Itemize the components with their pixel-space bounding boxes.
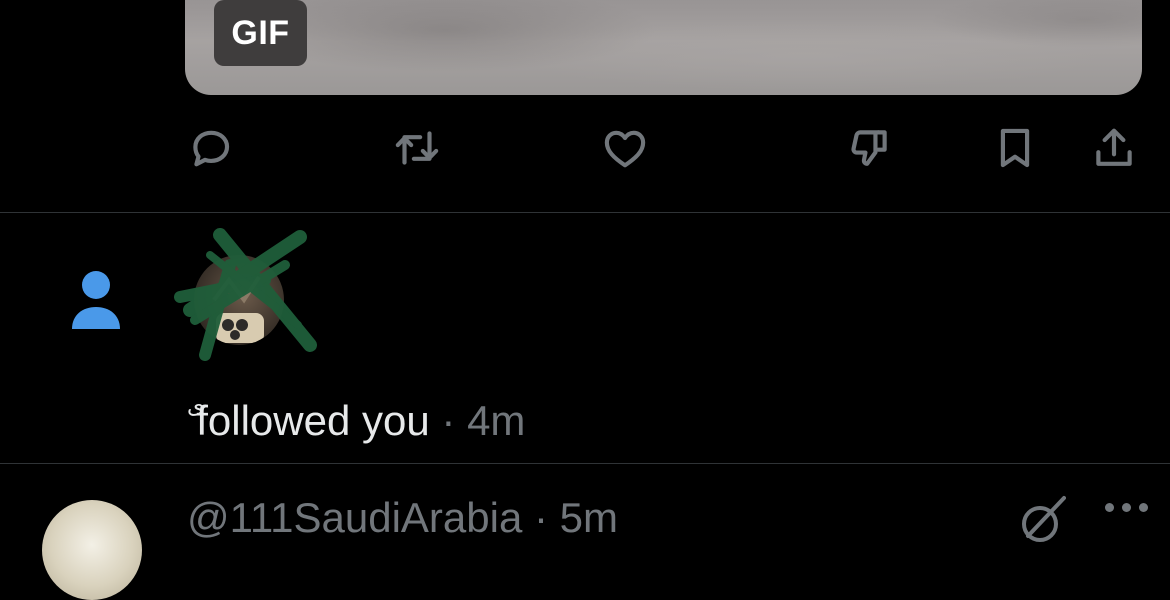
reply-icon [193, 130, 230, 167]
reply-button[interactable] [185, 122, 237, 174]
like-button[interactable] [599, 122, 651, 174]
grok-icon[interactable] [1018, 494, 1066, 542]
repost-icon [395, 131, 439, 165]
heart-icon [604, 130, 646, 168]
redaction-scribble [174, 228, 317, 361]
next-item-time: 5m [559, 494, 619, 541]
thumbs-down-icon [851, 130, 887, 166]
divider [0, 212, 1170, 213]
share-button[interactable] [1088, 122, 1140, 174]
follow-notification-text: ىfollowed you · 4m [187, 380, 525, 447]
repost-button[interactable] [391, 122, 443, 174]
gif-media[interactable]: GIF [185, 0, 1142, 95]
more-options-icon[interactable] [1105, 503, 1151, 517]
person-icon [70, 270, 122, 330]
bookmark-button[interactable] [989, 122, 1041, 174]
next-item-header: @111SaudiArabia · 5m [187, 492, 618, 544]
gif-badge: GIF [214, 0, 307, 66]
separator-dot: · [441, 397, 456, 444]
notification-time: 4m [467, 397, 526, 444]
next-item-avatar[interactable] [42, 500, 142, 600]
separator-dot: · [533, 494, 548, 541]
dislike-button[interactable] [843, 122, 895, 174]
bookmark-icon [1000, 128, 1030, 168]
followed-you-label: followed you [196, 397, 430, 444]
gif-frame [185, 0, 1142, 95]
next-item-handle[interactable]: @111SaudiArabia [187, 494, 522, 541]
tweet-action-bar [0, 118, 1170, 178]
divider [0, 463, 1170, 464]
share-icon [1096, 128, 1132, 166]
